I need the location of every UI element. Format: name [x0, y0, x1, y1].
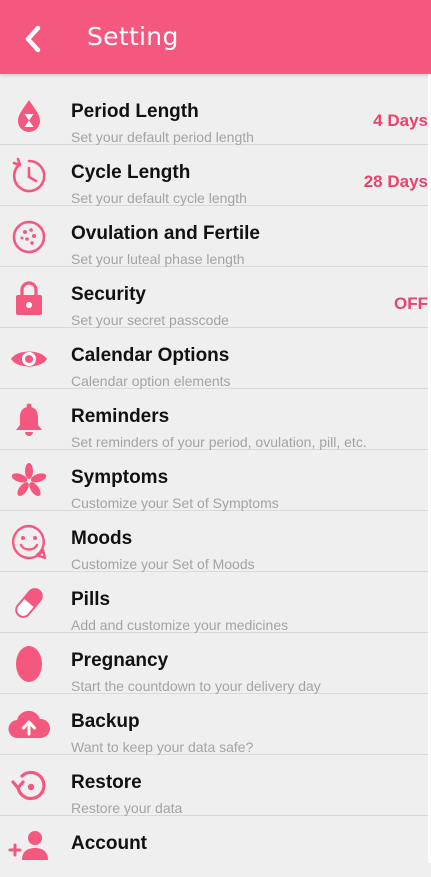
setting-subtitle: Add and customize your medicines [71, 617, 289, 633]
setting-label: Moods [71, 528, 133, 549]
chevron-left-icon [25, 25, 41, 53]
setting-label: Account [71, 833, 147, 854]
setting-label: Ovulation and Fertile [71, 223, 260, 244]
bell-icon [8, 399, 50, 441]
app-header: Setting [0, 0, 431, 74]
drop-hourglass-icon [8, 94, 50, 136]
setting-subtitle: Set your luteal phase length [71, 251, 245, 267]
setting-label: Reminders [71, 406, 170, 427]
asterisk-icon [8, 460, 50, 502]
setting-subtitle: Customize your Set of Moods [71, 556, 255, 572]
setting-row-moods[interactable]: Moods Customize your Set of Moods [0, 511, 428, 572]
restore-icon [8, 765, 50, 807]
setting-subtitle: Customize your Set of Symptoms [71, 495, 279, 511]
setting-row-pregnancy[interactable]: Pregnancy Start the countdown to your de… [0, 633, 428, 694]
setting-value: 4 Days [373, 111, 428, 130]
setting-label: Restore [71, 772, 142, 793]
setting-row-reminders[interactable]: Reminders Set reminders of your period, … [0, 389, 428, 450]
setting-label: Calendar Options [71, 345, 230, 366]
eye-icon [8, 338, 50, 380]
setting-row-security[interactable]: Security Set your secret passcode OFF [0, 267, 428, 328]
setting-row-pills[interactable]: Pills Add and customize your medicines [0, 572, 428, 633]
page-title: Setting [87, 22, 179, 51]
setting-label: Cycle Length [71, 162, 191, 183]
setting-label: Period Length [71, 101, 199, 122]
smiley-icon [8, 521, 50, 563]
cloud-upload-icon [8, 704, 50, 746]
setting-label: Symptoms [71, 467, 169, 488]
setting-subtitle: Want to keep your data safe? [71, 739, 254, 755]
setting-subtitle: Set your default cycle length [71, 190, 247, 206]
clock-cycle-icon [8, 155, 50, 197]
setting-subtitle: Set your secret passcode [71, 312, 229, 328]
setting-subtitle: Restore your data [71, 800, 183, 816]
setting-row-backup[interactable]: Backup Want to keep your data safe? [0, 694, 428, 755]
setting-subtitle: Set your default period length [71, 129, 254, 145]
settings-list: Period Length Set your default period le… [0, 84, 428, 877]
back-button[interactable] [18, 23, 48, 55]
setting-row-account[interactable]: Account [0, 816, 428, 877]
setting-row-symptoms[interactable]: Symptoms Customize your Set of Symptoms [0, 450, 428, 511]
add-user-icon [8, 826, 50, 868]
setting-label: Security [71, 284, 146, 305]
setting-label: Pills [71, 589, 111, 610]
setting-subtitle: Set reminders of your period, ovulation,… [71, 434, 367, 450]
oval-icon [8, 643, 50, 685]
setting-row-ovulation[interactable]: Ovulation and Fertile Set your luteal ph… [0, 206, 428, 267]
setting-subtitle: Start the countdown to your delivery day [71, 678, 321, 694]
setting-subtitle: Calendar option elements [71, 373, 231, 389]
setting-label: Pregnancy [71, 650, 169, 671]
pill-icon [8, 582, 50, 624]
setting-value: OFF [394, 294, 428, 313]
setting-label: Backup [71, 711, 140, 732]
egg-cell-icon [8, 216, 50, 258]
lock-icon [8, 277, 50, 319]
setting-row-period-length[interactable]: Period Length Set your default period le… [0, 84, 428, 145]
setting-value: 28 Days [363, 172, 428, 191]
setting-row-restore[interactable]: Restore Restore your data [0, 755, 428, 816]
setting-row-calendar-options[interactable]: Calendar Options Calendar option element… [0, 328, 428, 389]
setting-row-cycle-length[interactable]: Cycle Length Set your default cycle leng… [0, 145, 428, 206]
